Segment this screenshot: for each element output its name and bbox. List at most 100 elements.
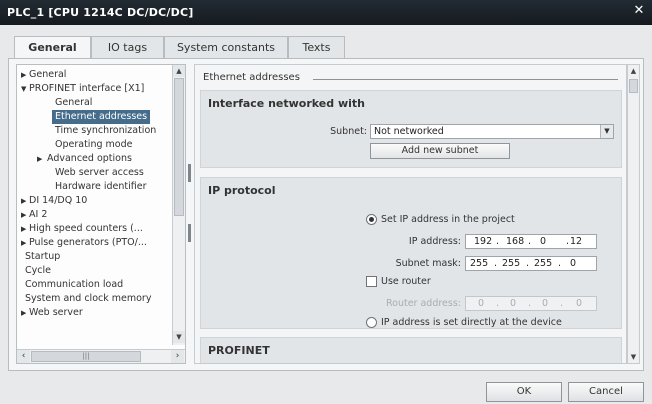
router-dot: . [560,298,564,309]
interface-networked-group: Interface networked with Subnet: Not net… [200,90,622,168]
ip-octet-2: 168 [506,236,525,247]
cancel-button[interactable]: Cancel [568,382,644,402]
nav-item-label: General [29,69,67,80]
expand-arrow-icon[interactable]: ▶ [21,194,26,208]
scroll-down-icon[interactable]: ▼ [173,331,185,343]
router-dot: . [496,298,500,309]
nav-item-label: Advanced options [47,153,132,164]
nav-item-ethernet-addresses[interactable]: Ethernet addresses [52,110,151,124]
nav-item-label: PROFINET interface [X1] [29,83,145,94]
nav-item-web-server[interactable]: ▶ Web server [17,306,167,320]
nav-item-cycle[interactable]: Cycle [25,264,51,278]
subnet-label: Subnet: [330,126,367,137]
router-dot: . [528,298,532,309]
window-title: PLC_1 [CPU 1214C DC/DC/DC] [7,6,194,19]
nav-item-pulse-generators[interactable]: ▶ Pulse generators (PTO/... [17,236,167,250]
scroll-down-icon[interactable]: ▼ [628,351,639,363]
subnet-value: Not networked [374,126,444,137]
nav-item-profinet-interface[interactable]: ▼ PROFINET interface [X1] [17,82,167,96]
ip-octet-1: 192 [474,236,493,247]
group-title: Interface networked with [208,97,365,110]
mask-octet-2: 255 [502,258,521,269]
expand-arrow-icon[interactable]: ▶ [21,68,26,82]
tab-system-constants[interactable]: System constants [164,36,288,58]
mask-octet-1: 255 [470,258,489,269]
scroll-right-icon[interactable]: › [171,350,184,363]
nav-item-advanced-options[interactable]: ▶ Advanced options [17,152,167,166]
tab-content: ▶ General ▼ PROFINET interface [X1] Gene… [8,59,644,371]
chevron-down-icon[interactable]: ▼ [600,125,613,138]
nav-item-interface-general[interactable]: General [55,96,92,110]
expand-arrow-icon[interactable]: ▶ [21,236,26,250]
expand-arrow-icon[interactable]: ▶ [21,222,26,236]
scroll-up-icon[interactable]: ▲ [173,65,185,77]
nav-item-label: AI 2 [29,209,48,220]
set-ip-in-project-label: Set IP address in the project [381,214,515,225]
properties-dialog: General IO tags System constants Texts ▶… [0,25,652,404]
close-icon[interactable]: ✕ [632,4,646,18]
mask-dot: . [494,258,498,269]
expand-arrow-icon[interactable]: ▶ [21,208,26,222]
nav-item-di-dq[interactable]: ▶ DI 14/DQ 10 [17,194,167,208]
router-address-field[interactable]: 0 . 0 . 0 . 0 [465,296,597,311]
nav-item-operating-mode[interactable]: Operating mode [55,138,132,152]
tab-texts[interactable]: Texts [288,36,345,58]
properties-vertical-scrollbar[interactable]: ▲ ▼ [627,64,640,364]
ok-button[interactable]: OK [486,382,562,402]
group-title: PROFINET [208,344,270,357]
set-ip-at-device-radio[interactable] [366,317,377,328]
add-new-subnet-button[interactable]: Add new subnet [370,143,510,159]
nav-item-high-speed-counters[interactable]: ▶ High speed counters (... [17,222,167,236]
router-octet-3: 0 [542,298,549,309]
splitter-grip[interactable] [188,224,191,242]
nav-item-hardware-identifier[interactable]: Hardware identifier [55,180,147,194]
ip-octet-3: 0 [540,236,547,247]
router-octet-2: 0 [510,298,517,309]
nav-item-ai[interactable]: ▶ AI 2 [17,208,167,222]
tab-general[interactable]: General [14,36,91,59]
nav-vertical-scrollbar[interactable]: ▲ ▼ [172,65,185,345]
ip-address-label: IP address: [408,236,461,247]
router-octet-1: 0 [478,298,485,309]
subnet-mask-field[interactable]: 255 . 255 . 255 . 0 [465,256,597,271]
scroll-left-icon[interactable]: ‹ [17,350,30,363]
ip-address-field[interactable]: 192 . 168 . 0 . 12 [465,234,597,249]
ip-dot: . [496,236,500,247]
window-titlebar: PLC_1 [CPU 1214C DC/DC/DC] ✕ [0,0,652,25]
scrollbar-thumb[interactable] [629,79,638,93]
nav-item-startup[interactable]: Startup [25,250,60,264]
section-header: Ethernet addresses [195,65,626,89]
use-router-checkbox[interactable] [366,276,377,287]
nav-item-label: Web server [29,307,83,318]
ip-octet-4: 12 [570,236,583,247]
expand-arrow-icon[interactable]: ▶ [21,306,26,320]
nav-item-label: High speed counters (... [29,223,143,234]
splitter-grip[interactable] [188,164,191,182]
nav-item-web-server-access[interactable]: Web server access [55,166,144,180]
nav-item-system-clock-memory[interactable]: System and clock memory [25,292,151,306]
ip-dot: . [566,236,570,247]
profinet-group: PROFINET [200,337,622,363]
scroll-up-icon[interactable]: ▲ [628,65,639,77]
use-router-label: Use router [381,276,431,287]
expand-arrow-icon[interactable]: ▶ [37,152,42,166]
panel-splitter[interactable] [187,64,193,364]
tab-bar: General IO tags System constants Texts [8,36,644,59]
ip-protocol-group: IP protocol Set IP address in the projec… [200,177,622,329]
nav-horizontal-scrollbar[interactable]: ‹ ||| › [17,349,185,363]
mask-octet-4: 0 [570,258,577,269]
tab-io-tags[interactable]: IO tags [91,36,164,58]
scrollbar-thumb[interactable] [174,78,184,216]
subnet-select[interactable]: Not networked ▼ [370,124,614,139]
scrollbar-thumb[interactable]: ||| [31,351,141,362]
subnet-mask-label: Subnet mask: [395,258,461,269]
navigation-tree: ▶ General ▼ PROFINET interface [X1] Gene… [16,64,186,364]
section-title: Ethernet addresses [203,72,300,83]
nav-item-time-synchronization[interactable]: Time synchronization [55,124,156,138]
set-ip-in-project-radio[interactable] [366,214,377,225]
section-divider [313,79,618,80]
group-title: IP protocol [208,184,276,197]
collapse-arrow-icon[interactable]: ▼ [21,82,26,96]
nav-item-communication-load[interactable]: Communication load [25,278,123,292]
mask-dot: . [558,258,562,269]
